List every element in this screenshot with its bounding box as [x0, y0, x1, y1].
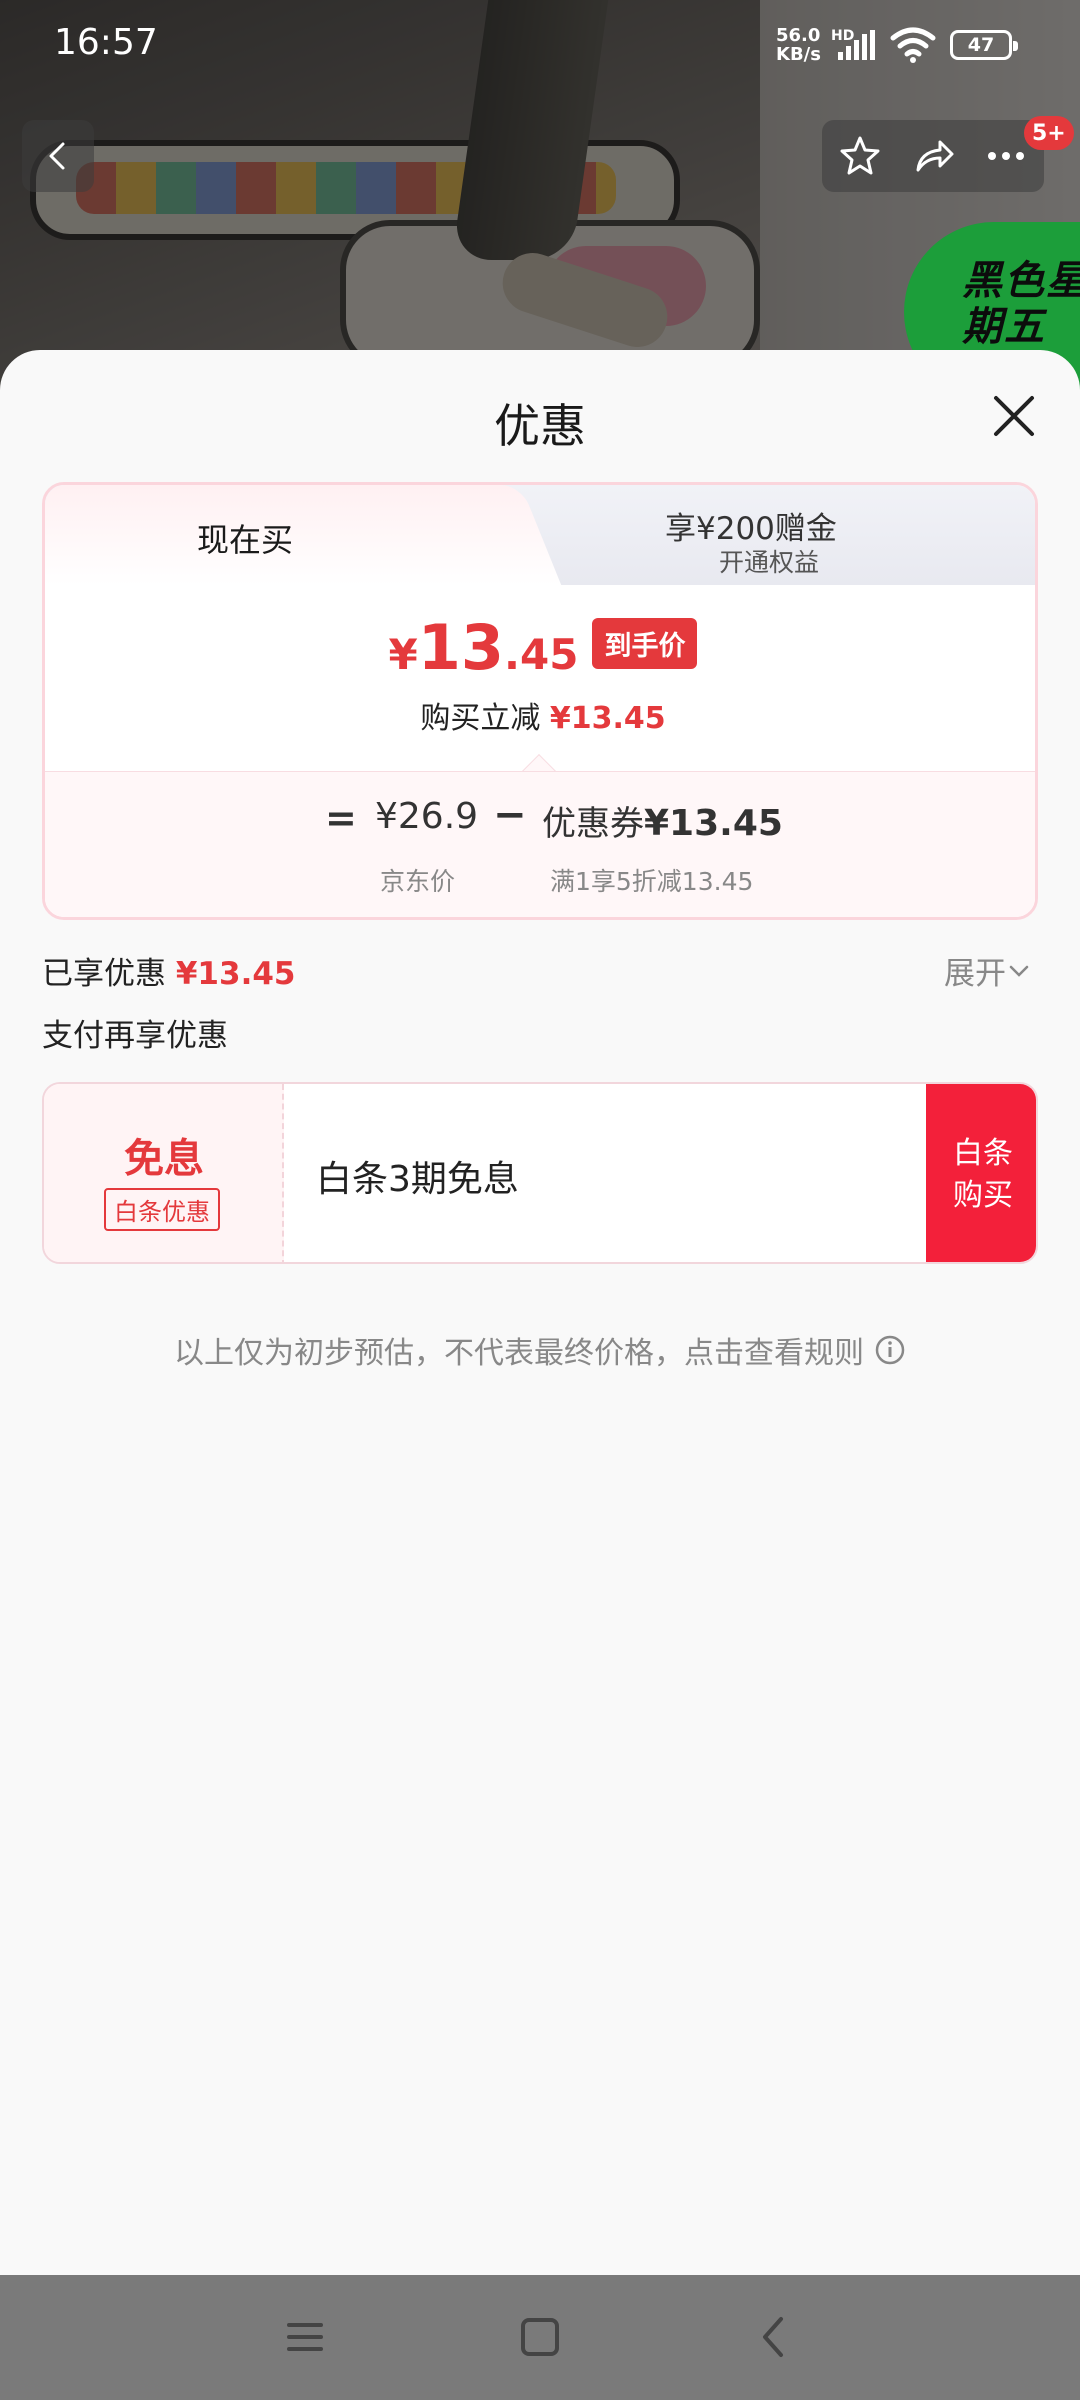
info-icon	[875, 1335, 905, 1365]
jd-price: ¥26.9	[375, 796, 479, 837]
battery-icon: 47	[950, 30, 1018, 60]
message-badge: 5+	[1024, 116, 1074, 150]
price-details: ¥ 13 .45 到手价 购买立减 ¥13.45 = ¥26.9 − 优惠券¥1…	[45, 585, 1035, 917]
home-icon[interactable]	[510, 2307, 570, 2367]
price-card: 享¥200赠金 开通权益 现在买 ¥ 13 .45 到手价 购买立减 ¥13.4…	[42, 482, 1038, 920]
back-button[interactable]	[22, 120, 94, 192]
tab-membership-title: 享¥200赠金	[665, 511, 837, 547]
instant-reduction: 购买立减 ¥13.45	[420, 701, 666, 736]
menu-icon[interactable]	[275, 2307, 335, 2367]
tab-buy-now-label: 现在买	[196, 521, 293, 559]
signal-icon	[838, 30, 875, 60]
chevron-down-icon	[1009, 965, 1029, 977]
final-price-tag: 到手价	[592, 618, 698, 669]
chevron-left-icon	[49, 142, 65, 170]
price-breakdown: = ¥26.9 − 优惠券¥13.45 京东价 满1享5折减13.45	[45, 771, 1035, 917]
status-bar: 16:57 56.0 KB/s HD 47	[0, 0, 1080, 90]
top-actions	[822, 120, 1044, 192]
app-root: 16:57 56.0 KB/s HD 47 5+ 黑色星期五 优惠 享¥200赠…	[0, 0, 1080, 2400]
jd-price-label: 京东价	[380, 867, 456, 896]
interest-free-label: 免息	[124, 1136, 204, 1182]
wifi-icon	[890, 27, 936, 63]
enjoyed-discount: 已享优惠 ¥13.45	[42, 956, 296, 992]
expand-button[interactable]: 展开	[944, 948, 1032, 993]
status-time: 16:57	[54, 22, 158, 63]
sheet-title: 优惠	[494, 399, 586, 453]
back-icon[interactable]	[745, 2307, 805, 2367]
pay-section-title: 支付再享优惠	[42, 1018, 228, 1054]
network-speed: 56.0 KB/s	[776, 25, 821, 65]
baitiao-tag: 白条优惠	[104, 1188, 220, 1231]
coupon-amount: 优惠券¥13.45	[542, 803, 783, 844]
baitiao-option[interactable]: 免息 白条优惠 白条3期免息 白条 购买	[42, 1082, 1038, 1264]
close-icon[interactable]	[990, 392, 1038, 440]
tab-membership-subtitle: 开通权益	[719, 548, 820, 577]
star-icon[interactable]	[834, 130, 886, 182]
system-nav-bar	[0, 2275, 1080, 2400]
tab-buy-now[interactable]: 现在买	[45, 485, 495, 585]
baitiao-buy-button[interactable]: 白条 购买	[926, 1084, 1036, 1262]
final-price: ¥ 13 .45 到手价	[45, 611, 1035, 684]
price-disclaimer[interactable]: 以上仅为初步预估，不代表最终价格，点击查看规则	[0, 1328, 1080, 1372]
discount-sheet: 优惠 享¥200赠金 开通权益 现在买 ¥ 13 .45 到手价 购买立减 ¥1…	[0, 350, 1080, 2275]
share-icon[interactable]	[908, 130, 960, 182]
battery-level: 47	[967, 34, 995, 56]
coupon-desc: 满1享5折减13.45	[550, 867, 754, 896]
installment-desc: 白条3期免息	[316, 1159, 519, 1200]
